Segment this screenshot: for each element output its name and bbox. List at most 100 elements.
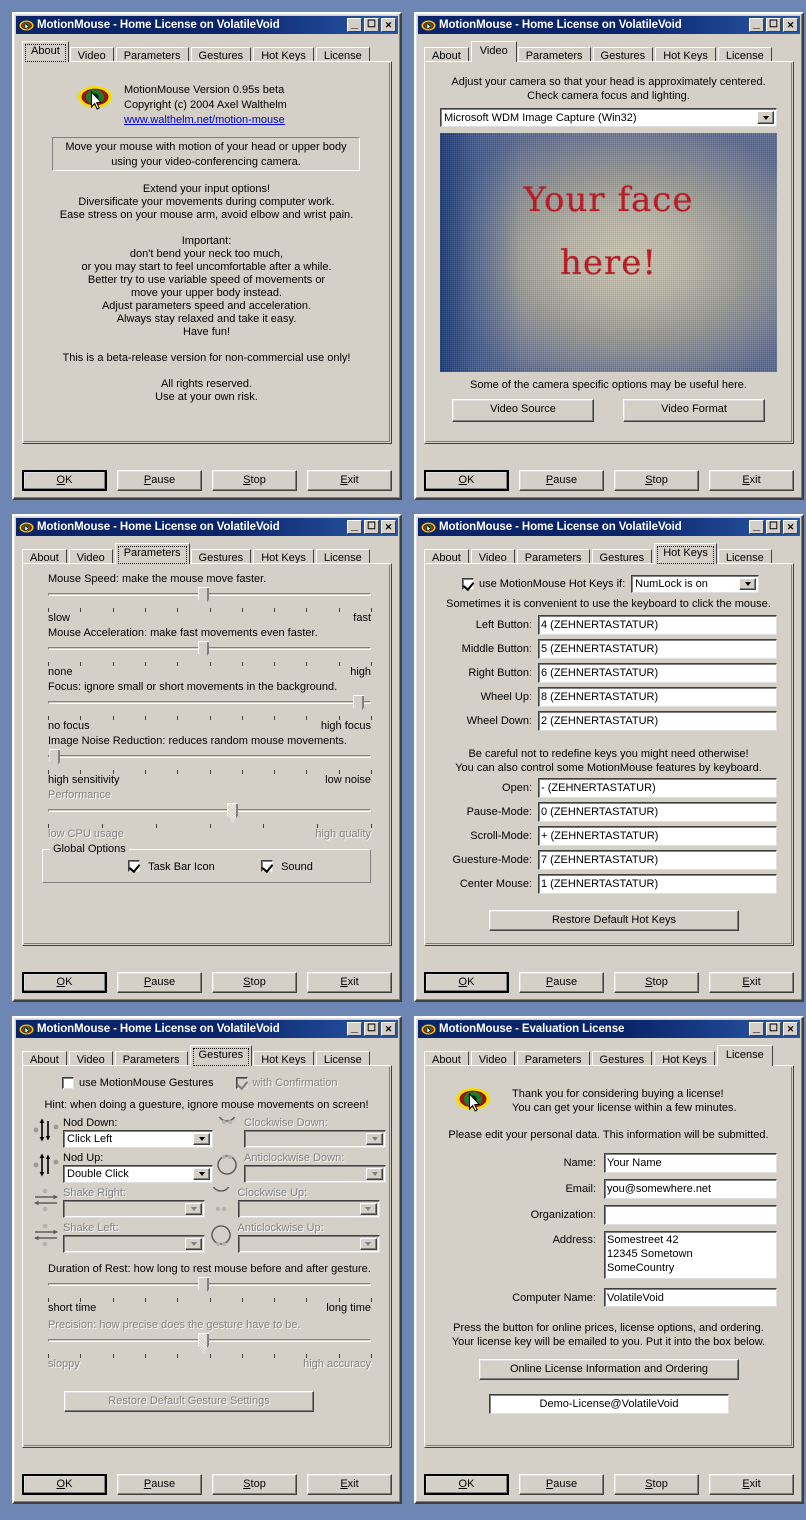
sound-checkbox-row[interactable]: Sound bbox=[261, 860, 313, 874]
ok-button[interactable]: OK bbox=[424, 470, 509, 491]
hotkey-bottom-input[interactable]: - (ZEHNERTASTATUR) bbox=[538, 778, 777, 798]
hotkey-top-input[interactable]: 2 (ZEHNERTASTATUR) bbox=[538, 711, 777, 731]
gestures-enable-row[interactable]: use MotionMouse Gestures with Confirmati… bbox=[62, 1077, 338, 1091]
close-button[interactable]: ✕ bbox=[783, 18, 798, 32]
tab-hotkeys[interactable]: Hot Keys bbox=[654, 543, 717, 564]
restore-default-gestures-button[interactable]: Restore Default Gesture Settings bbox=[64, 1391, 314, 1412]
stop-button[interactable]: Stop bbox=[614, 1474, 699, 1495]
param-1-thumb[interactable] bbox=[198, 641, 210, 661]
exit-button[interactable]: Exit bbox=[709, 972, 794, 993]
exit-button[interactable]: Exit bbox=[307, 1474, 392, 1495]
online-license-order-button[interactable]: Online License Information and Ordering bbox=[479, 1359, 739, 1380]
minimize-button[interactable]: _ bbox=[749, 1020, 764, 1036]
exit-button[interactable]: Exit bbox=[307, 470, 392, 491]
minimize-button[interactable]: _ bbox=[347, 518, 362, 534]
video-format-button[interactable]: Video Format bbox=[623, 399, 765, 422]
restore-default-hotkeys-button[interactable]: Restore Default Hot Keys bbox=[489, 910, 739, 931]
pause-button[interactable]: Pause bbox=[117, 470, 202, 491]
rest-slider[interactable]: short time long time bbox=[48, 1277, 372, 1314]
hotkey-top-input[interactable]: 6 (ZEHNERTASTATUR) bbox=[538, 663, 777, 683]
stop-button[interactable]: Stop bbox=[212, 1474, 297, 1495]
stop-button[interactable]: Stop bbox=[614, 972, 699, 993]
minimize-button[interactable]: _ bbox=[749, 518, 764, 534]
hotkey-top-input[interactable]: 5 (ZEHNERTASTATUR) bbox=[538, 639, 777, 659]
license-computer-input[interactable]: VolatileVoid bbox=[604, 1288, 777, 1307]
stop-button[interactable]: Stop bbox=[212, 470, 297, 491]
gestures-enable-checkbox[interactable] bbox=[62, 1077, 74, 1089]
taskbar-icon-checkbox[interactable] bbox=[128, 860, 141, 874]
hotkey-bottom-input[interactable]: + (ZEHNERTASTATUR) bbox=[538, 826, 777, 846]
hotkey-bottom-input[interactable]: 0 (ZEHNERTASTATUR) bbox=[538, 802, 777, 822]
ok-button[interactable]: OK bbox=[22, 470, 107, 491]
param-3-slider[interactable]: high sensitivity low noise bbox=[48, 749, 372, 786]
maximize-button[interactable]: ☐ bbox=[364, 520, 379, 534]
tab-gestures[interactable]: Gestures bbox=[189, 1045, 253, 1066]
hotkey-bottom-input[interactable]: 1 (ZEHNERTASTATUR) bbox=[538, 874, 777, 894]
gestures-confirm-checkbox[interactable] bbox=[235, 1077, 248, 1091]
param-3-thumb[interactable] bbox=[49, 749, 61, 769]
hotkeys-condition-select[interactable]: NumLock is on bbox=[631, 575, 760, 593]
license-field-input[interactable]: Your Name bbox=[604, 1153, 777, 1173]
titlebar[interactable]: MotionMouse - Evaluation License _ ☐ ✕ bbox=[418, 1020, 800, 1038]
param-0-thumb[interactable] bbox=[198, 587, 210, 607]
stop-button[interactable]: Stop bbox=[614, 470, 699, 491]
param-2-thumb[interactable] bbox=[353, 695, 365, 715]
titlebar[interactable]: MotionMouse - Home License on VolatileVo… bbox=[16, 1020, 398, 1038]
param-0-slider[interactable]: slow fast bbox=[48, 587, 372, 624]
tab-parameters[interactable]: Parameters bbox=[114, 543, 190, 564]
param-2-slider[interactable]: no focus high focus bbox=[48, 695, 372, 732]
pause-button[interactable]: Pause bbox=[117, 972, 202, 993]
param-1-slider[interactable]: none high bbox=[48, 641, 372, 678]
gesture-action-select[interactable]: Double Click bbox=[63, 1165, 213, 1183]
sound-checkbox[interactable] bbox=[261, 860, 274, 874]
ok-button[interactable]: OK bbox=[22, 972, 107, 993]
titlebar[interactable]: MotionMouse - Home License on VolatileVo… bbox=[16, 518, 398, 536]
chevron-down-icon[interactable] bbox=[193, 1133, 210, 1145]
hotkeys-enable-checkbox[interactable] bbox=[462, 578, 475, 592]
maximize-button[interactable]: ☐ bbox=[364, 1022, 379, 1036]
ok-button[interactable]: OK bbox=[424, 972, 509, 993]
pause-button[interactable]: Pause bbox=[519, 470, 604, 491]
stop-button[interactable]: Stop bbox=[212, 972, 297, 993]
about-website-link[interactable]: www.walthelm.net/motion-mouse bbox=[124, 113, 374, 128]
license-key-input[interactable]: Demo-License@VolatileVoid bbox=[489, 1394, 729, 1414]
chevron-down-icon[interactable] bbox=[757, 111, 774, 124]
taskbar-icon-checkbox-row[interactable]: Task Bar Icon bbox=[128, 860, 215, 874]
close-button[interactable]: ✕ bbox=[381, 18, 396, 32]
titlebar[interactable]: MotionMouse - Home License on VolatileVo… bbox=[16, 16, 398, 34]
hotkey-top-input[interactable]: 4 (ZEHNERTASTATUR) bbox=[538, 615, 777, 635]
maximize-button[interactable]: ☐ bbox=[364, 18, 379, 32]
minimize-button[interactable]: _ bbox=[347, 1020, 362, 1036]
maximize-button[interactable]: ☐ bbox=[766, 520, 781, 534]
close-button[interactable]: ✕ bbox=[381, 520, 396, 534]
hotkeys-enable-row[interactable]: use MotionMouse Hot Keys if: NumLock is … bbox=[462, 575, 760, 593]
maximize-button[interactable]: ☐ bbox=[766, 1022, 781, 1036]
gesture-action-select[interactable]: Click Left bbox=[63, 1130, 213, 1148]
titlebar[interactable]: MotionMouse - Home License on VolatileVo… bbox=[418, 518, 800, 536]
video-source-button[interactable]: Video Source bbox=[452, 399, 594, 422]
tab-license[interactable]: License bbox=[716, 1045, 773, 1066]
minimize-button[interactable]: _ bbox=[347, 16, 362, 32]
minimize-button[interactable]: _ bbox=[749, 16, 764, 32]
ok-button[interactable]: OK bbox=[424, 1474, 509, 1495]
exit-button[interactable]: Exit bbox=[709, 470, 794, 491]
license-address-input[interactable]: Somestreet 42 12345 Sometown SomeCountry bbox=[604, 1231, 777, 1279]
ok-button[interactable]: OK bbox=[22, 1474, 107, 1495]
chevron-down-icon[interactable] bbox=[193, 1168, 210, 1180]
hotkey-top-input[interactable]: 8 (ZEHNERTASTATUR) bbox=[538, 687, 777, 707]
pause-button[interactable]: Pause bbox=[519, 1474, 604, 1495]
tab-about[interactable]: About bbox=[22, 41, 69, 62]
chevron-down-icon[interactable] bbox=[739, 578, 757, 590]
titlebar[interactable]: MotionMouse - Home License on VolatileVo… bbox=[418, 16, 800, 34]
hotkey-bottom-input[interactable]: 7 (ZEHNERTASTATUR) bbox=[538, 850, 777, 870]
license-field-input[interactable]: you@somewhere.net bbox=[604, 1179, 777, 1199]
close-button[interactable]: ✕ bbox=[783, 1022, 798, 1036]
close-button[interactable]: ✕ bbox=[381, 1022, 396, 1036]
exit-button[interactable]: Exit bbox=[307, 972, 392, 993]
exit-button[interactable]: Exit bbox=[709, 1474, 794, 1495]
maximize-button[interactable]: ☐ bbox=[766, 18, 781, 32]
rest-thumb[interactable] bbox=[198, 1277, 210, 1297]
close-button[interactable]: ✕ bbox=[783, 520, 798, 534]
pause-button[interactable]: Pause bbox=[117, 1474, 202, 1495]
license-field-input[interactable] bbox=[604, 1205, 777, 1225]
